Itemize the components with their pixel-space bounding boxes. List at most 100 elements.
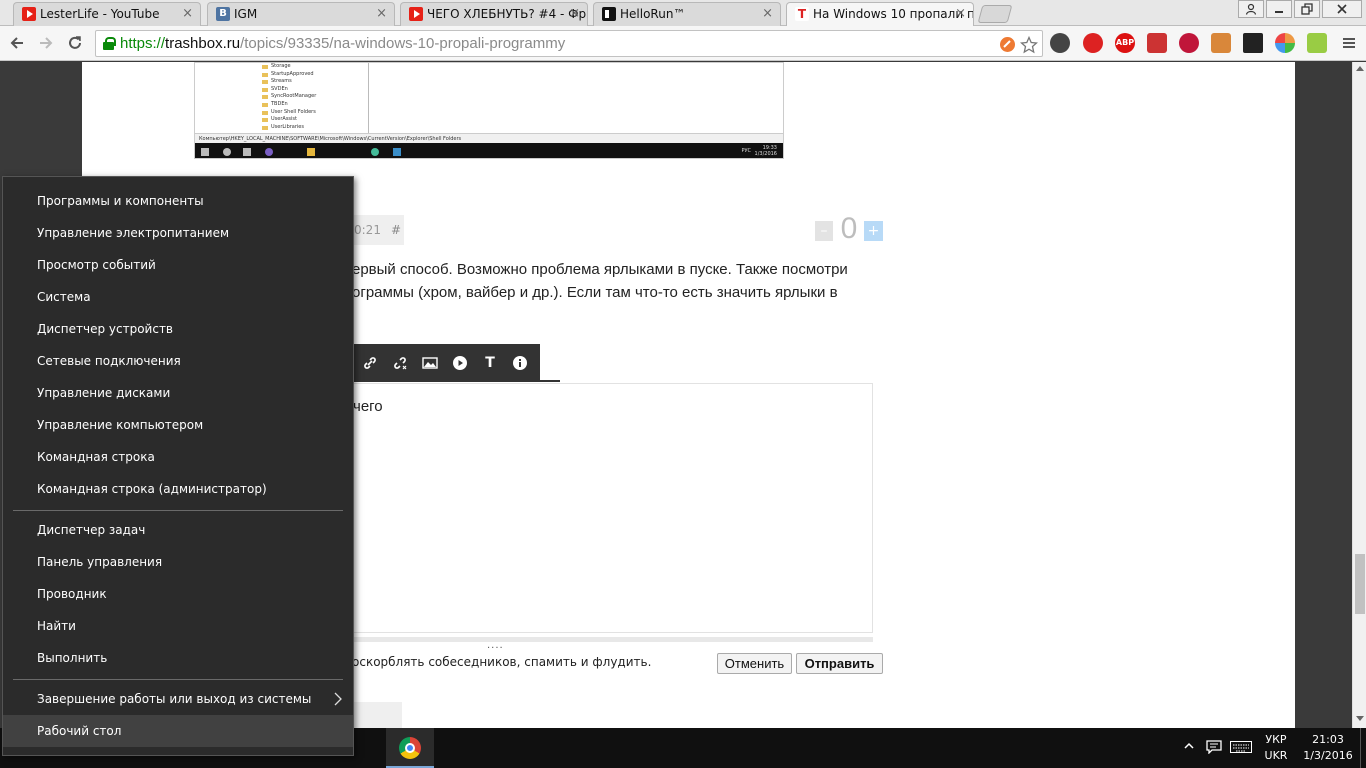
back-icon[interactable]	[6, 32, 28, 54]
text-format-icon[interactable]: T	[480, 353, 500, 373]
menu-item-system[interactable]: Система	[3, 281, 353, 313]
tree-item: SVDEn	[195, 86, 368, 94]
menu-item-command-prompt[interactable]: Командная строка	[3, 441, 353, 473]
textarea-resize-bar[interactable]	[352, 637, 873, 642]
vote-count: 0	[840, 212, 858, 245]
action-center-icon[interactable]	[1206, 740, 1222, 758]
menu-item-task-manager[interactable]: Диспетчер задач	[3, 514, 353, 546]
reload-icon[interactable]	[64, 32, 86, 54]
vote-down-button[interactable]: –	[815, 221, 833, 241]
youtube-icon	[409, 7, 423, 21]
menu-item-programs-features[interactable]: Программы и компоненты	[3, 185, 353, 217]
youtube-icon	[22, 7, 36, 21]
tab-chego-hlebnut[interactable]: ЧЕГО ХЛЕБНУТЬ? #4 - Фр ×	[400, 2, 588, 26]
page-scrollbar[interactable]	[1352, 62, 1366, 728]
registry-path: Компьютер\HKEY_LOCAL_MACHINE\SOFTWARE\Mi…	[195, 133, 783, 143]
menu-item-event-viewer[interactable]: Просмотр событий	[3, 249, 353, 281]
menu-item-control-panel[interactable]: Панель управления	[3, 546, 353, 578]
explorer-icon	[307, 148, 315, 156]
language-indicator[interactable]: УКР UKR	[1258, 732, 1294, 764]
extension-pin-icon[interactable]	[1050, 33, 1070, 53]
task-view-icon	[243, 148, 251, 156]
tab-trashbox[interactable]: T На Windows 10 пропали п ×	[786, 2, 974, 26]
menu-item-command-prompt-admin[interactable]: Командная строка (администратор)	[3, 473, 353, 505]
comment-permalink[interactable]: #	[391, 223, 401, 237]
browser-tabstrip: LesterLife - YouTube × B IGM × ЧЕГО ХЛЕБ…	[0, 0, 1366, 26]
menu-item-run[interactable]: Выполнить	[3, 642, 353, 674]
menu-item-shutdown-signout[interactable]: Завершение работы или выход из системы	[3, 683, 353, 715]
image-icon[interactable]	[420, 353, 440, 373]
regedit-icon	[393, 148, 401, 156]
tab-title: HelloRun™	[620, 7, 686, 21]
new-tab-button[interactable]	[977, 5, 1013, 23]
tab-title: На Windows 10 пропали п	[813, 7, 974, 21]
vk-icon: B	[216, 7, 230, 21]
block-site-icon[interactable]	[1147, 33, 1167, 53]
tab-title: ЧЕГО ХЛЕБНУТЬ? #4 - Фр	[427, 7, 587, 21]
embedded-taskbar: РУС 19:33 1/3/2016	[195, 143, 783, 158]
tray-chevron-up-icon[interactable]	[1183, 740, 1195, 756]
lock-icon	[103, 37, 116, 50]
comment-rules-text: оскорблять собеседников, спамить и флуди…	[352, 655, 652, 669]
viber-icon	[265, 148, 273, 156]
minimize-icon[interactable]	[1266, 0, 1292, 18]
tree-item: UserLibraries	[195, 124, 368, 132]
menu-item-device-manager[interactable]: Диспетчер устройств	[3, 313, 353, 345]
comment-time: 0:21	[354, 223, 381, 237]
scroll-down-icon[interactable]	[1356, 716, 1364, 721]
unlink-icon[interactable]	[390, 353, 410, 373]
comment-meta: 0:21 #	[352, 215, 404, 245]
url-text[interactable]: https://trashbox.ru/topics/93335/na-wind…	[120, 35, 565, 52]
resize-handle-icon[interactable]: ....	[487, 640, 504, 651]
send-button[interactable]: Отправить	[796, 653, 883, 674]
menu-item-network-connections[interactable]: Сетевые подключения	[3, 345, 353, 377]
menu-item-file-explorer[interactable]: Проводник	[3, 578, 353, 610]
chevron-right-icon	[333, 683, 343, 718]
comment-textarea[interactable]: чего	[352, 383, 873, 633]
winx-context-menu: Программы и компоненты Управление электр…	[2, 176, 354, 756]
menu-item-desktop[interactable]: Рабочий стол	[3, 715, 353, 747]
video-icon[interactable]	[450, 353, 470, 373]
tampermonkey-icon[interactable]	[1211, 33, 1231, 53]
bookmark-star-icon[interactable]	[1019, 35, 1039, 54]
scroll-up-icon[interactable]	[1356, 66, 1364, 71]
restore-icon[interactable]	[1294, 0, 1320, 18]
adblock-hand-icon[interactable]	[1083, 33, 1103, 53]
taskbar-chrome-button[interactable]	[386, 728, 434, 768]
power-icon[interactable]	[1179, 33, 1199, 53]
show-desktop-button[interactable]	[1360, 728, 1366, 768]
leaf-extension-icon[interactable]	[1307, 33, 1327, 53]
tab-close-icon[interactable]: ×	[955, 3, 966, 25]
tab-igm[interactable]: B IGM ×	[207, 2, 395, 26]
keyboard-icon[interactable]	[1230, 740, 1252, 758]
chrome-menu-icon[interactable]	[1338, 32, 1360, 54]
tab-close-icon[interactable]: ×	[762, 3, 773, 25]
cancel-button[interactable]: Отменить	[717, 653, 792, 674]
tab-close-icon[interactable]: ×	[182, 3, 193, 25]
menu-item-disk-management[interactable]: Управление дисками	[3, 377, 353, 409]
tab-lesterlife[interactable]: LesterLife - YouTube ×	[13, 2, 201, 26]
info-icon[interactable]	[510, 353, 530, 373]
menu-item-power-options[interactable]: Управление электропитанием	[3, 217, 353, 249]
color-extension-icon[interactable]	[1275, 33, 1295, 53]
vote-up-button[interactable]: +	[864, 221, 883, 241]
forward-icon[interactable]	[35, 32, 57, 54]
adblock-plus-icon[interactable]: ABP	[1115, 33, 1135, 53]
tab-close-icon[interactable]: ×	[376, 3, 387, 25]
tab-title: IGM	[234, 7, 258, 21]
menu-item-search[interactable]: Найти	[3, 610, 353, 642]
tab-close-icon[interactable]: ×	[569, 3, 580, 25]
address-bar[interactable]: https://trashbox.ru/topics/93335/na-wind…	[95, 30, 1043, 57]
translate-icon[interactable]	[999, 36, 1016, 53]
profile-icon[interactable]	[1238, 0, 1264, 18]
embedded-lang: РУС	[741, 148, 751, 154]
link-icon[interactable]	[360, 353, 380, 373]
scrollbar-thumb[interactable]	[1355, 554, 1365, 614]
menu-item-computer-management[interactable]: Управление компьютером	[3, 409, 353, 441]
page-chip	[352, 702, 402, 728]
media-extension-icon[interactable]	[1243, 33, 1263, 53]
tab-hellorun[interactable]: HelloRun™ ×	[593, 2, 781, 26]
system-clock[interactable]: 21:03 1/3/2016	[1300, 732, 1356, 764]
menu-item-label: Завершение работы или выход из системы	[37, 692, 312, 706]
window-close-icon[interactable]	[1322, 0, 1362, 18]
